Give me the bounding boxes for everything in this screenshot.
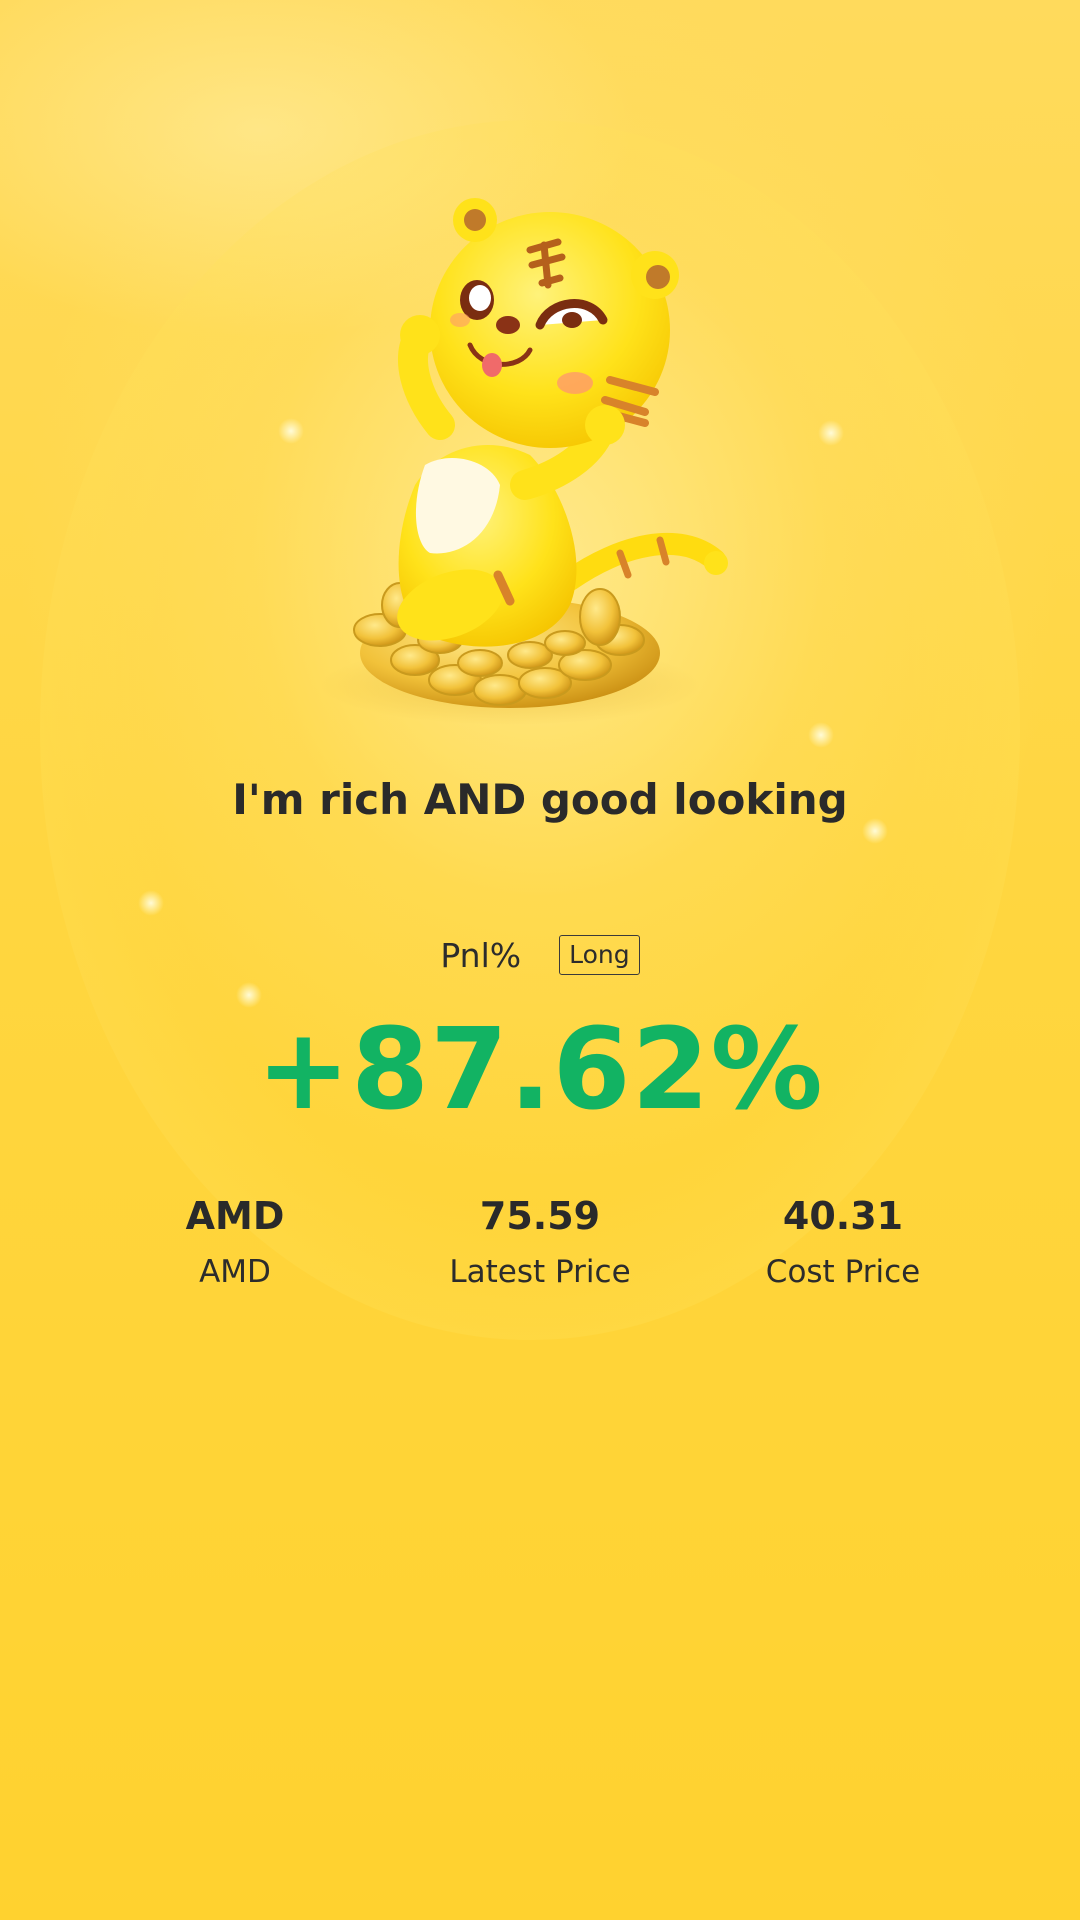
sparkle-decoration (808, 722, 834, 748)
pnl-label: Pnl% (440, 935, 522, 975)
stat-ticker: AMD AMD (85, 1190, 385, 1292)
position-direction-badge: Long (559, 935, 640, 975)
stat-latest-price: 75.59 Latest Price (390, 1190, 690, 1292)
sparkle-decoration (818, 420, 844, 446)
stat-cost-price-label: Cost Price (765, 1254, 921, 1290)
sparkle-decoration (278, 418, 304, 444)
stock-stats: AMD AMD 75.59 Latest Price 40.31 Cost Pr… (0, 1190, 1080, 1310)
stat-ticker-value: AMD (185, 1194, 285, 1238)
tiger-mascot-on-coins-icon (320, 198, 728, 725)
stat-cost-price-value: 40.31 (782, 1194, 904, 1238)
pnl-header: Pnl% Long (0, 935, 1080, 975)
slogan-text: I'm rich AND good looking (232, 775, 848, 824)
stat-ticker-label: AMD (199, 1254, 271, 1290)
sparkle-decoration (138, 890, 164, 916)
stat-cost-price: 40.31 Cost Price (693, 1190, 993, 1292)
stat-latest-price-label: Latest Price (449, 1254, 631, 1290)
share-card: I'm rich AND good looking Pnl% Long +87.… (0, 0, 1080, 1920)
pnl-percentage-value: +87.62% (256, 1005, 824, 1135)
stat-latest-price-value: 75.59 (479, 1194, 601, 1238)
